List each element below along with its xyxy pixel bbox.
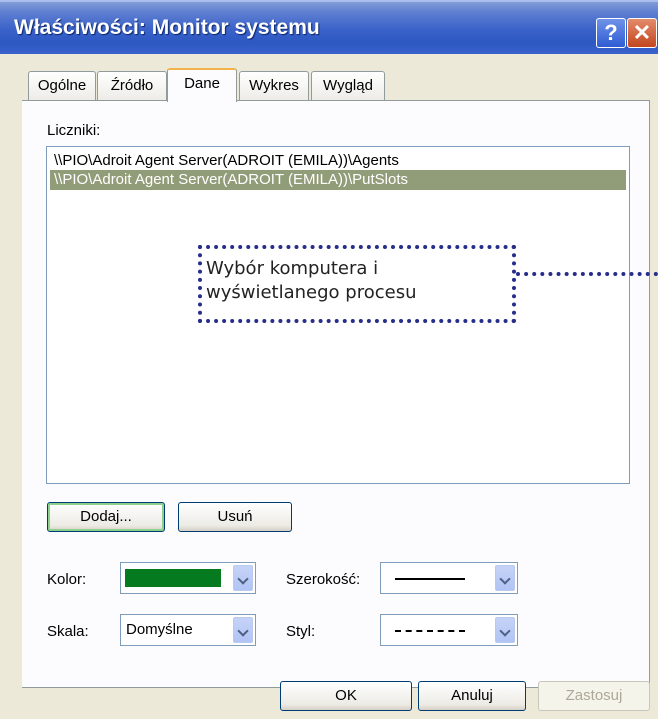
line-width-preview bbox=[395, 578, 465, 580]
color-swatch bbox=[125, 569, 221, 587]
annotation-line-1: Wybór komputera i bbox=[206, 258, 379, 279]
tab-data[interactable]: Dane bbox=[167, 68, 237, 102]
chevron-down-icon[interactable] bbox=[233, 565, 253, 591]
close-icon[interactable]: ✕ bbox=[627, 18, 657, 48]
line-style-preview bbox=[395, 630, 465, 632]
counters-label: Liczniki: bbox=[47, 122, 101, 139]
list-item[interactable]: \\PIO\Adroit Agent Server(ADROIT (EMILA)… bbox=[50, 151, 626, 171]
width-label: Szerokość: bbox=[286, 571, 361, 588]
annotation-line-2: wyświetlanego procesu bbox=[206, 282, 417, 303]
remove-button[interactable]: Usuń bbox=[178, 502, 292, 532]
style-select[interactable] bbox=[380, 614, 518, 646]
help-icon[interactable]: ? bbox=[596, 18, 626, 48]
scale-value: Domyślne bbox=[126, 621, 193, 638]
annotation-connector bbox=[516, 272, 658, 276]
tab-source[interactable]: Źródło bbox=[97, 71, 167, 101]
add-button[interactable]: Dodaj... bbox=[47, 502, 165, 532]
annotation-box: Wybór komputera i wyświetlanego procesu bbox=[198, 245, 516, 323]
chevron-down-icon[interactable] bbox=[495, 617, 515, 643]
scale-select[interactable]: Domyślne bbox=[120, 614, 256, 646]
cancel-button[interactable]: Anuluj bbox=[418, 681, 526, 711]
list-item[interactable]: \\PIO\Adroit Agent Server(ADROIT (EMILA)… bbox=[50, 170, 626, 190]
chevron-down-icon[interactable] bbox=[233, 617, 253, 643]
chevron-down-icon[interactable] bbox=[495, 565, 515, 591]
width-select[interactable] bbox=[380, 562, 518, 594]
color-select[interactable] bbox=[120, 562, 256, 594]
style-label: Styl: bbox=[286, 623, 316, 640]
apply-button[interactable]: Zastosuj bbox=[538, 681, 650, 711]
window-title: Właściwości: Monitor systemu bbox=[14, 16, 320, 39]
tab-chart[interactable]: Wykres bbox=[239, 71, 309, 101]
ok-button[interactable]: OK bbox=[280, 681, 412, 711]
scale-label: Skala: bbox=[47, 623, 89, 640]
color-label: Kolor: bbox=[47, 571, 87, 588]
tab-appearance[interactable]: Wygląd bbox=[311, 71, 385, 101]
tab-general[interactable]: Ogólne bbox=[28, 71, 96, 101]
title-bar[interactable]: Właściwości: Monitor systemu ? ✕ bbox=[0, 0, 658, 54]
